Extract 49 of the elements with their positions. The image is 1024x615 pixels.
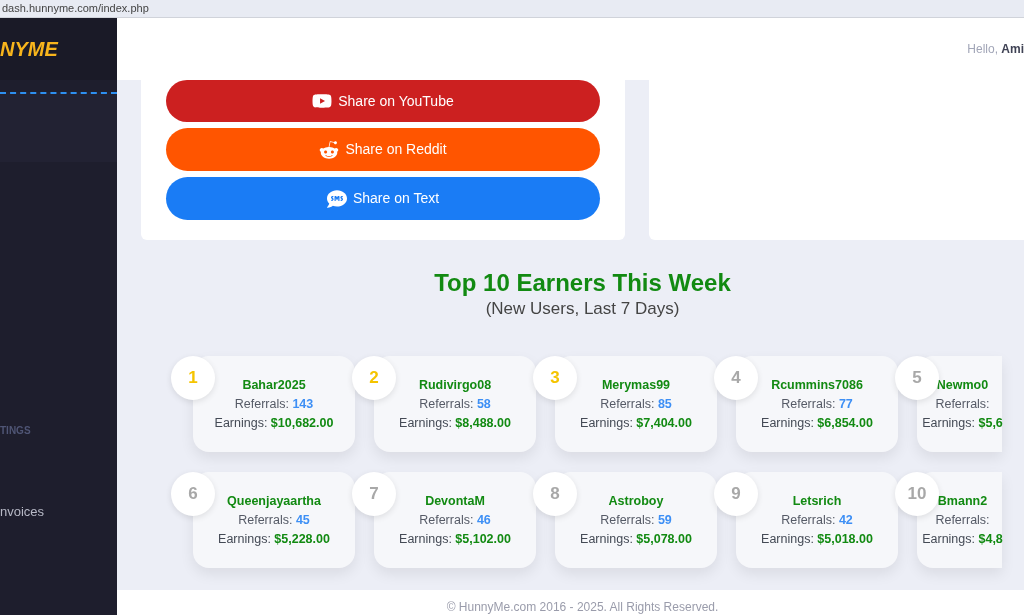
rank-badge: 7 bbox=[352, 472, 396, 516]
earner-name: Rudivirgo08 bbox=[418, 376, 492, 394]
earner-name: Merymas99 bbox=[601, 376, 671, 394]
footer-text: © HunnyMe.com 2016 - 2025. All Rights Reserved. bbox=[445, 599, 719, 615]
section-label: TINGS bbox=[0, 423, 31, 438]
earnings-text: Earnings: $4,8 bbox=[922, 530, 1003, 548]
earner-name: Rcummins7086 bbox=[771, 376, 863, 394]
earner-name: DevontaM bbox=[425, 492, 485, 510]
share-button[interactable]: Share on Text bbox=[166, 177, 600, 220]
referrals-text: Referrals: 58 bbox=[419, 395, 491, 413]
earnings-text: Earnings: $7,404.00 bbox=[580, 414, 692, 432]
rank-badge: 10 bbox=[895, 472, 939, 516]
earnings-text: Earnings: $5,228.00 bbox=[218, 530, 330, 548]
earner-name: Astroboy bbox=[608, 492, 664, 510]
speech-bubble-icon bbox=[326, 188, 347, 209]
earner-name: Letsrich bbox=[792, 492, 842, 510]
earnings-text: Earnings: $6,854.00 bbox=[761, 414, 873, 432]
address-bar[interactable]: dash.hunnyme.com/index.php bbox=[0, 0, 1024, 18]
rank-badge: 9 bbox=[714, 472, 758, 516]
greeting-text: Hello, Ami bbox=[967, 41, 1024, 58]
rank-badge: 8 bbox=[533, 472, 577, 516]
referrals-text: Referrals: 46 bbox=[419, 511, 491, 529]
earner-name: Newmo0 bbox=[936, 376, 989, 394]
referrals-text: Referrals: 77 bbox=[781, 395, 853, 413]
leaderboard-title: Top 10 Earners This Week bbox=[434, 268, 731, 298]
earnings-text: Earnings: $5,018.00 bbox=[761, 530, 873, 548]
alien-icon bbox=[319, 139, 340, 160]
earner-name: Bahar2025 bbox=[242, 376, 306, 394]
earnings-text: Earnings: $5,102.00 bbox=[399, 530, 511, 548]
share-button[interactable]: Share on YouTube bbox=[166, 80, 600, 122]
earnings-text: Earnings: $5,078.00 bbox=[580, 530, 692, 548]
earnings-text: Earnings: $5,6 bbox=[922, 414, 1003, 432]
referrals-text: Referrals: 85 bbox=[600, 395, 672, 413]
referrals-text: Referrals: 143 bbox=[234, 395, 314, 413]
earner-name: Queenjayaartha bbox=[227, 492, 321, 510]
leaderboard-subtitle: (New Users, Last 7 Days) bbox=[485, 298, 680, 320]
earner-name: Bmann2 bbox=[937, 492, 988, 510]
sidebar-item[interactable]: nvoices bbox=[0, 502, 117, 522]
earnings-text: Earnings: $8,488.00 bbox=[399, 414, 511, 432]
play-icon bbox=[312, 91, 333, 111]
rank-badge: 6 bbox=[171, 472, 215, 516]
rank-badge: 1 bbox=[171, 356, 215, 400]
rank-badge: 2 bbox=[352, 356, 396, 400]
rank-badge: 4 bbox=[714, 356, 758, 400]
rank-badge: 3 bbox=[533, 356, 577, 400]
referrals-text: Referrals: 45 bbox=[238, 511, 310, 529]
referrals-text: Referrals: 42 bbox=[781, 511, 853, 529]
referrals-text: Referrals: 59 bbox=[600, 511, 672, 529]
earnings-text: Earnings: $10,682.00 bbox=[214, 414, 334, 432]
